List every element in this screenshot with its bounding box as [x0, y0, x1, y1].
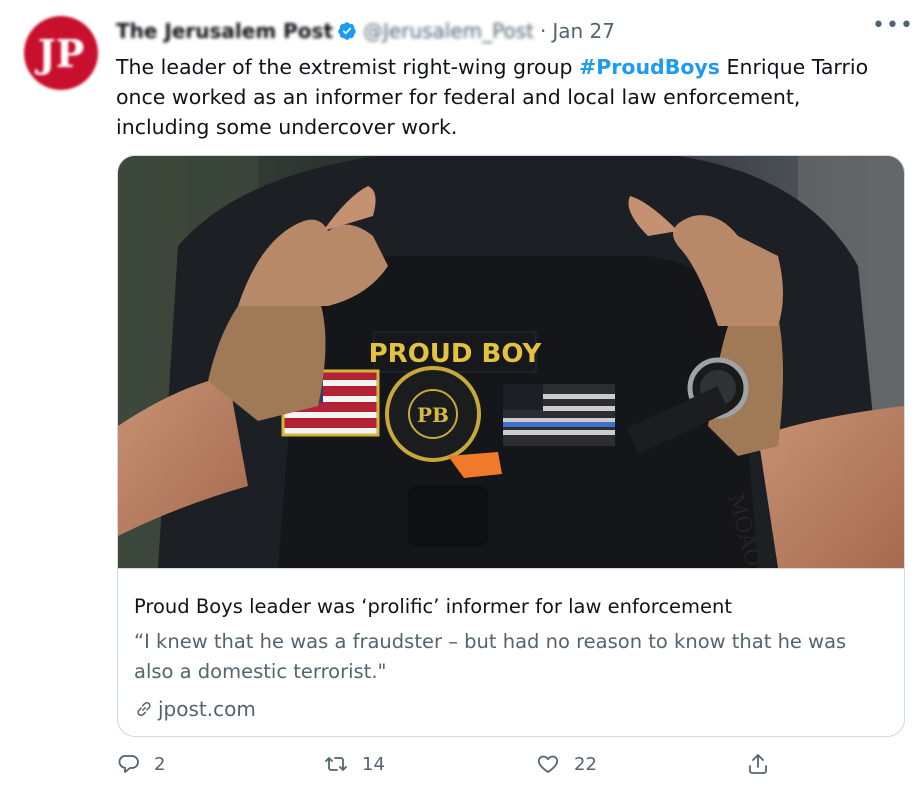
- image-patch-text: PROUD BOY: [369, 339, 543, 369]
- retweet-count: 14: [362, 753, 385, 775]
- author-avatar[interactable]: JP: [24, 16, 98, 90]
- like-icon: [537, 755, 559, 773]
- card-domain-text: jpost.com: [158, 697, 256, 721]
- card-domain: jpost.com: [134, 697, 256, 721]
- avatar-logo-text: JP: [37, 30, 85, 76]
- image-emblem-text: PB: [417, 403, 449, 427]
- tweet-actions: 2 14 22: [116, 752, 896, 786]
- reply-button[interactable]: 2: [116, 752, 165, 776]
- share-button[interactable]: [746, 752, 784, 776]
- header-separator: ·: [539, 19, 547, 43]
- reply-icon: [118, 755, 139, 773]
- tweet-date[interactable]: Jan 27: [552, 19, 615, 43]
- more-icon[interactable]: •••: [872, 10, 913, 40]
- link-icon: [137, 701, 151, 717]
- like-button[interactable]: 22: [536, 752, 597, 776]
- tweet-header: The Jerusalem Post @Jerusalem_Post · Jan…: [116, 16, 615, 46]
- retweet-icon: [325, 757, 347, 771]
- card-title: Proud Boys leader was ‘prolific’ informe…: [134, 595, 733, 618]
- card-description: “I knew that he was a fraudster – but ha…: [134, 630, 847, 683]
- hashtag-link[interactable]: #ProudBoys: [579, 55, 720, 79]
- like-count: 22: [574, 753, 597, 775]
- share-icon: [749, 754, 767, 774]
- link-card[interactable]: PROUD BOY PB MOAOY Proud Boys leader was…: [117, 155, 905, 737]
- author-name[interactable]: The Jerusalem Post: [116, 19, 333, 43]
- retweet-button[interactable]: 14: [324, 752, 385, 776]
- verified-badge-icon: [338, 22, 356, 40]
- tweet-text: The leader of the extremist right-wing g…: [116, 52, 896, 142]
- card-body[interactable]: Proud Boys leader was ‘prolific’ informe…: [118, 568, 904, 736]
- card-image[interactable]: PROUD BOY PB MOAOY: [118, 156, 904, 568]
- tweet-text-before: The leader of the extremist right-wing g…: [116, 55, 580, 79]
- author-handle[interactable]: @Jerusalem_Post: [363, 19, 534, 43]
- reply-count: 2: [154, 753, 166, 775]
